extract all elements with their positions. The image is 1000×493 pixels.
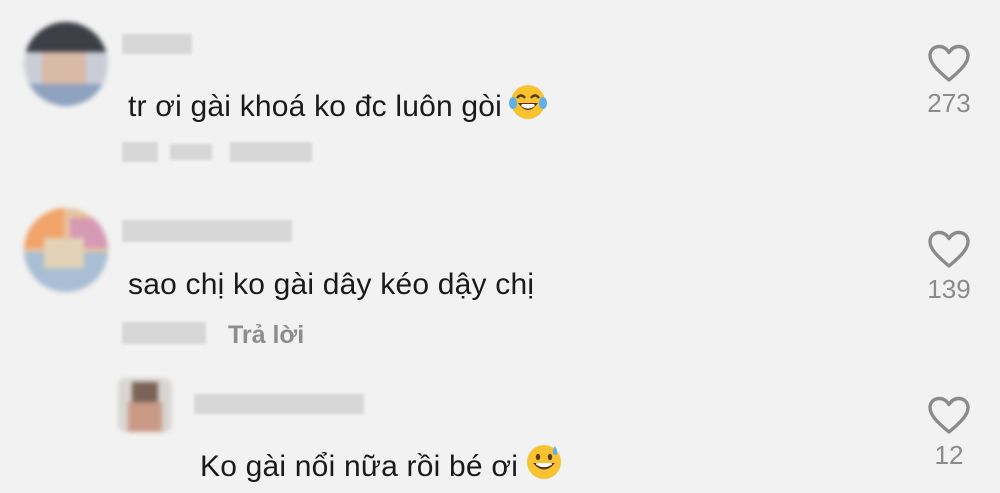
- heart-outline-icon: [928, 230, 970, 268]
- like-count: 139: [927, 274, 971, 304]
- timestamp-blurred: [122, 322, 206, 344]
- username-blurred[interactable]: [122, 220, 292, 242]
- heart-outline-icon: [928, 44, 970, 82]
- comment-text: tr ơi gài khoá ko đc luôn gòi: [128, 82, 548, 130]
- reply-comment: Ko gài nổi nữa rồi bé ơi 12: [0, 360, 1000, 493]
- tears-of-joy-emoji-icon: [508, 82, 548, 130]
- meta-blurred: [230, 142, 312, 162]
- comment-text-content: sao chị ko gài dây kéo dậy chị: [128, 268, 535, 301]
- avatar[interactable]: [24, 22, 108, 106]
- comment-text-content: tr ơi gài khoá ko đc luôn gòi: [128, 90, 503, 123]
- like-count: 12: [934, 440, 964, 470]
- username-blurred[interactable]: [122, 34, 192, 54]
- like-button[interactable]: 273: [909, 44, 989, 119]
- comment-text: sao chị ko gài dây kéo dậy chị: [128, 268, 534, 302]
- comment-text-content: Ko gài nổi nữa rồi bé ơi: [200, 450, 519, 483]
- avatar[interactable]: [118, 378, 172, 432]
- comment-text: Ko gài nổi nữa rồi bé ơi: [200, 442, 564, 490]
- grinning-sweat-emoji-icon: [524, 442, 564, 490]
- like-button[interactable]: 12: [909, 396, 989, 471]
- avatar[interactable]: [24, 208, 108, 292]
- comment-2: sao chị ko gài dây kéo dậy chị Trả lời 1…: [0, 190, 1000, 360]
- heart-outline-icon: [928, 396, 970, 434]
- reply-button[interactable]: Trả lời: [228, 321, 304, 350]
- username-blurred[interactable]: [194, 394, 364, 414]
- timestamp-blurred: [122, 142, 158, 162]
- reply-blurred[interactable]: [170, 144, 212, 160]
- like-count: 273: [927, 88, 971, 118]
- like-button[interactable]: 139: [909, 230, 989, 305]
- comment-1: tr ơi gài khoá ko đc luôn gòi 273: [0, 0, 1000, 190]
